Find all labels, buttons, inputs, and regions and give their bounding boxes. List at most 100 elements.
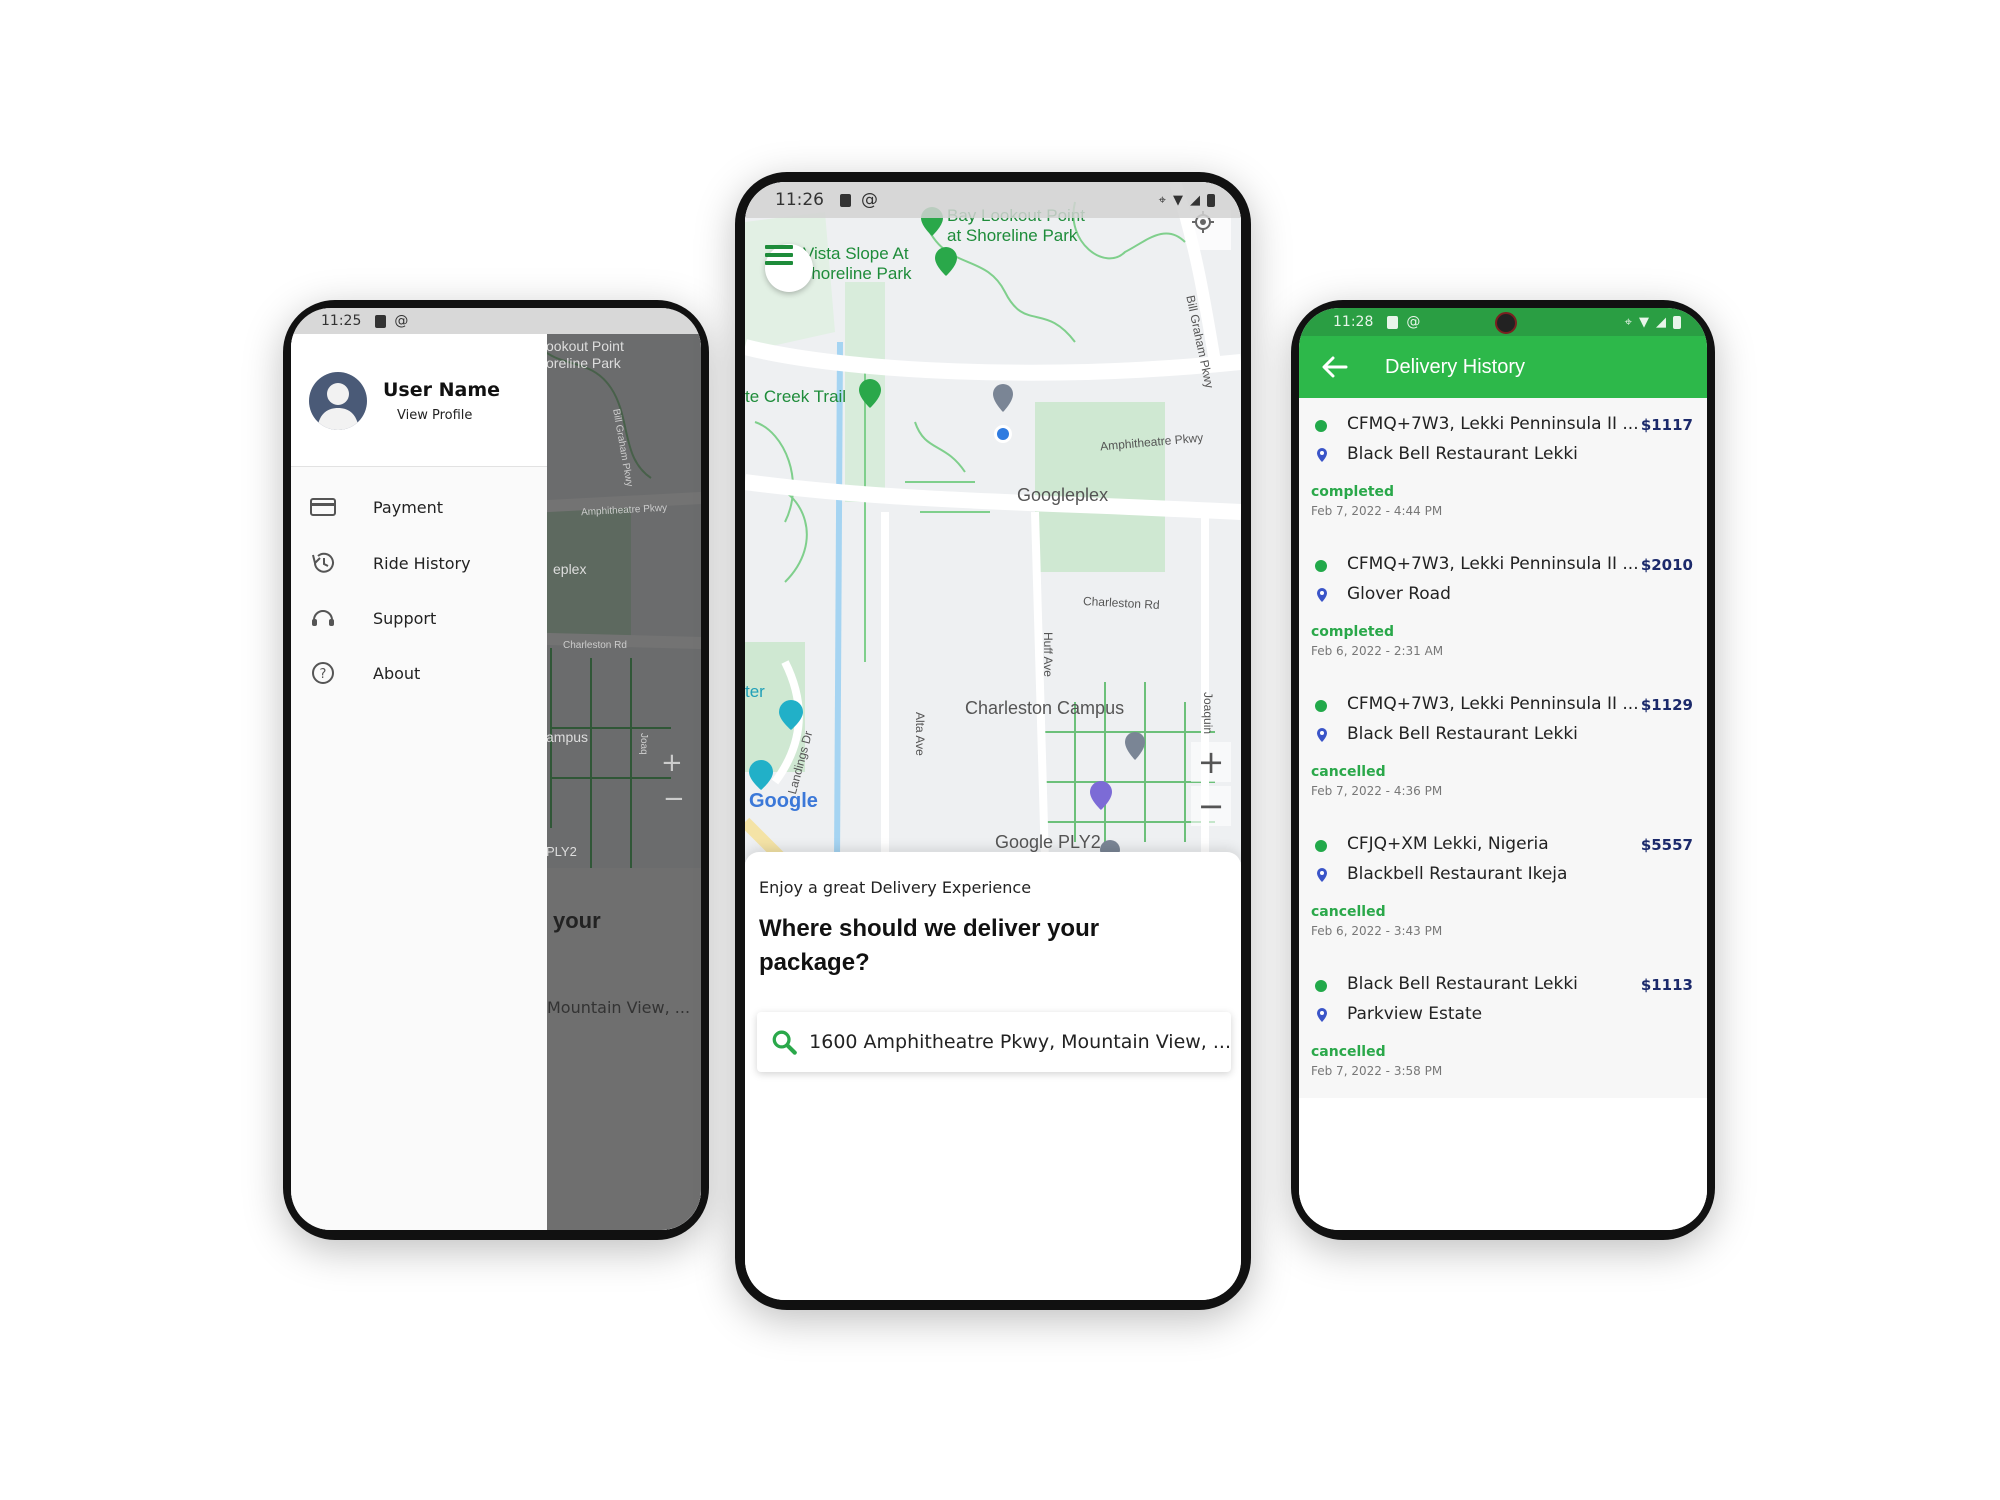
at-icon: @ bbox=[861, 190, 878, 210]
page-title: Delivery History bbox=[1385, 355, 1526, 378]
delivery-date: Feb 7, 2022 - 3:58 PM bbox=[1311, 1064, 1443, 1078]
map-label-google-ply2: Google PLY2 bbox=[995, 832, 1101, 852]
wifi-icon: ▼ bbox=[1173, 192, 1183, 208]
bg-poi-label-1: ookout Point bbox=[546, 338, 624, 354]
avatar[interactable] bbox=[309, 372, 367, 430]
location-icon: ⌖ bbox=[1158, 192, 1166, 208]
price: $2010 bbox=[1640, 556, 1693, 574]
drawer-header: User Name View Profile bbox=[291, 334, 547, 467]
delivery-date: Feb 7, 2022 - 4:36 PM bbox=[1311, 784, 1443, 798]
pickup-address: CFMQ+7W3, Lekki Penninsula II ... bbox=[1347, 414, 1639, 434]
front-camera bbox=[1495, 312, 1517, 334]
svg-text:?: ? bbox=[320, 667, 327, 682]
map-label-huff-ave: Huff Ave bbox=[1041, 632, 1055, 677]
bg-road-label-4: Joaq bbox=[638, 733, 649, 755]
delivery-date: Feb 6, 2022 - 2:31 AM bbox=[1311, 644, 1444, 658]
drawer-item-support[interactable]: Support bbox=[309, 606, 436, 630]
list-item[interactable]: Black Bell Restaurant Lekki $1113 Parkvi… bbox=[1299, 958, 1707, 1098]
drawer-item-payment[interactable]: Payment bbox=[309, 496, 443, 518]
zoom-in-button[interactable]: + bbox=[1191, 742, 1231, 782]
drawer-item-label: Ride History bbox=[373, 553, 471, 573]
pickup-dot-icon bbox=[1315, 980, 1327, 992]
signal-icon: ◢ bbox=[1190, 192, 1200, 208]
dropoff-address: Glover Road bbox=[1347, 584, 1451, 604]
destination-search-box[interactable]: 1600 Amphitheatre Pkwy, Mountain View, .… bbox=[757, 1012, 1231, 1072]
view-profile-link[interactable]: View Profile bbox=[397, 408, 472, 423]
dropoff-pin-icon bbox=[1317, 448, 1327, 462]
map-label-vista-2: Shoreline Park bbox=[800, 264, 912, 283]
location-icon: ⌖ bbox=[1624, 314, 1632, 330]
price: $1113 bbox=[1640, 976, 1693, 994]
map-label-center-fragment: ter bbox=[745, 682, 765, 701]
right-phone: 11:28 @ ⌖ ▼ ◢ Delivery History CFMQ+7W3,… bbox=[1291, 300, 1715, 1240]
list-item[interactable]: CFMQ+7W3, Lekki Penninsula II ... $2010 … bbox=[1299, 538, 1707, 680]
at-icon: @ bbox=[1406, 314, 1421, 330]
delivery-date: Feb 7, 2022 - 4:44 PM bbox=[1311, 504, 1443, 518]
drawer-item-label: Payment bbox=[373, 497, 444, 517]
user-name: User Name bbox=[383, 379, 501, 401]
list-item[interactable]: CFJQ+XM Lekki, Nigeria $5557 Blackbell R… bbox=[1299, 818, 1707, 960]
sheet-title: Where should we deliver your package? bbox=[759, 915, 1100, 976]
drawer-item-label: Support bbox=[373, 608, 437, 628]
pickup-address: CFJQ+XM Lekki, Nigeria bbox=[1347, 834, 1549, 854]
navigation-drawer: User Name View Profile Payment Ride Hist… bbox=[291, 334, 547, 1230]
sd-card-icon bbox=[375, 314, 387, 328]
bg-poi-label-2: oreline Park bbox=[546, 355, 621, 371]
map-label-alta-ave: Alta Ave bbox=[913, 712, 927, 756]
left-status-bar: 11:25 @ bbox=[291, 308, 701, 334]
search-input[interactable]: 1600 Amphitheatre Pkwy, Mountain View, .… bbox=[809, 1031, 1231, 1053]
back-button[interactable] bbox=[1315, 347, 1355, 387]
sd-card-icon bbox=[1387, 315, 1399, 329]
center-phone-screen: Bay Lookout Point at Shoreline Park Vist… bbox=[745, 182, 1241, 1300]
dropoff-address: Blackbell Restaurant Ikeja bbox=[1347, 864, 1568, 884]
center-status-time: 11:26 bbox=[775, 190, 824, 210]
right-status-bar: 11:28 @ ⌖ ▼ ◢ bbox=[1299, 308, 1707, 336]
bg-zoom-in[interactable]: + bbox=[661, 748, 683, 778]
pickup-dot-icon bbox=[1315, 420, 1327, 432]
delivery-list: CFMQ+7W3, Lekki Penninsula II ... $1117 … bbox=[1299, 398, 1707, 1230]
map-label-charleston-campus: Charleston Campus bbox=[965, 698, 1125, 718]
dropoff-pin-icon bbox=[1317, 1008, 1327, 1022]
map-label-bay-lookout-2: at Shoreline Park bbox=[947, 226, 1078, 245]
status-icons: ⌖ ▼ ◢ bbox=[1625, 315, 1681, 330]
dropoff-address: Black Bell Restaurant Lekki bbox=[1347, 724, 1578, 744]
bg-heading-fragment: your bbox=[553, 908, 601, 933]
bg-place-label-3: PLY2 bbox=[546, 844, 577, 859]
center-status-bar: 11:26 @ ⌖ ▼ ◢ bbox=[745, 182, 1241, 218]
headset-icon bbox=[312, 610, 334, 626]
drawer-item-about[interactable]: ? About bbox=[309, 661, 420, 685]
pickup-address: Black Bell Restaurant Lekki bbox=[1347, 974, 1578, 994]
hamburger-menu-icon bbox=[765, 245, 793, 265]
status-badge: completed bbox=[1311, 624, 1395, 640]
at-icon: @ bbox=[394, 313, 409, 329]
list-item[interactable]: CFMQ+7W3, Lekki Penninsula II ... $1129 … bbox=[1299, 678, 1707, 820]
sd-card-icon bbox=[840, 193, 851, 207]
google-logo: Google bbox=[749, 790, 818, 812]
map-label-googleplex: Googleplex bbox=[1017, 485, 1109, 505]
list-item[interactable]: CFMQ+7W3, Lekki Penninsula II ... $1117 … bbox=[1299, 398, 1707, 540]
destination-sheet: Enjoy a great Delivery Experience Where … bbox=[745, 852, 1241, 1300]
center-phone: Bay Lookout Point at Shoreline Park Vist… bbox=[735, 172, 1251, 1310]
map-label-vista-1: Vista Slope At bbox=[803, 244, 909, 263]
drawer-item-label: About bbox=[373, 663, 421, 683]
sheet-subtitle: Enjoy a great Delivery Experience bbox=[759, 878, 1032, 897]
map-label-joaquin: Joaquin bbox=[1201, 692, 1215, 735]
bg-place-label-1: eplex bbox=[553, 561, 587, 577]
help-icon: ? bbox=[312, 662, 334, 684]
dropoff-address: Black Bell Restaurant Lekki bbox=[1347, 444, 1578, 464]
zoom-out-button[interactable]: − bbox=[1191, 786, 1231, 826]
bg-zoom-out[interactable]: − bbox=[663, 784, 685, 814]
drawer-item-ride-history[interactable]: Ride History bbox=[309, 551, 471, 575]
signal-icon: ◢ bbox=[1656, 314, 1666, 330]
menu-button[interactable] bbox=[765, 244, 813, 292]
status-badge: cancelled bbox=[1311, 1044, 1386, 1060]
battery-icon bbox=[1207, 193, 1215, 207]
bg-road-label-3: Charleston Rd bbox=[563, 640, 627, 651]
right-status-time: 11:28 bbox=[1333, 314, 1374, 330]
dropoff-pin-icon bbox=[1317, 868, 1327, 882]
battery-icon bbox=[1673, 315, 1681, 329]
center-map[interactable]: Bay Lookout Point at Shoreline Park Vist… bbox=[745, 182, 1241, 862]
map-label-creek-trail: te Creek Trail bbox=[745, 387, 847, 406]
delivery-date: Feb 6, 2022 - 3:43 PM bbox=[1311, 924, 1443, 938]
bg-search-fragment: Mountain View, ... bbox=[547, 998, 691, 1017]
